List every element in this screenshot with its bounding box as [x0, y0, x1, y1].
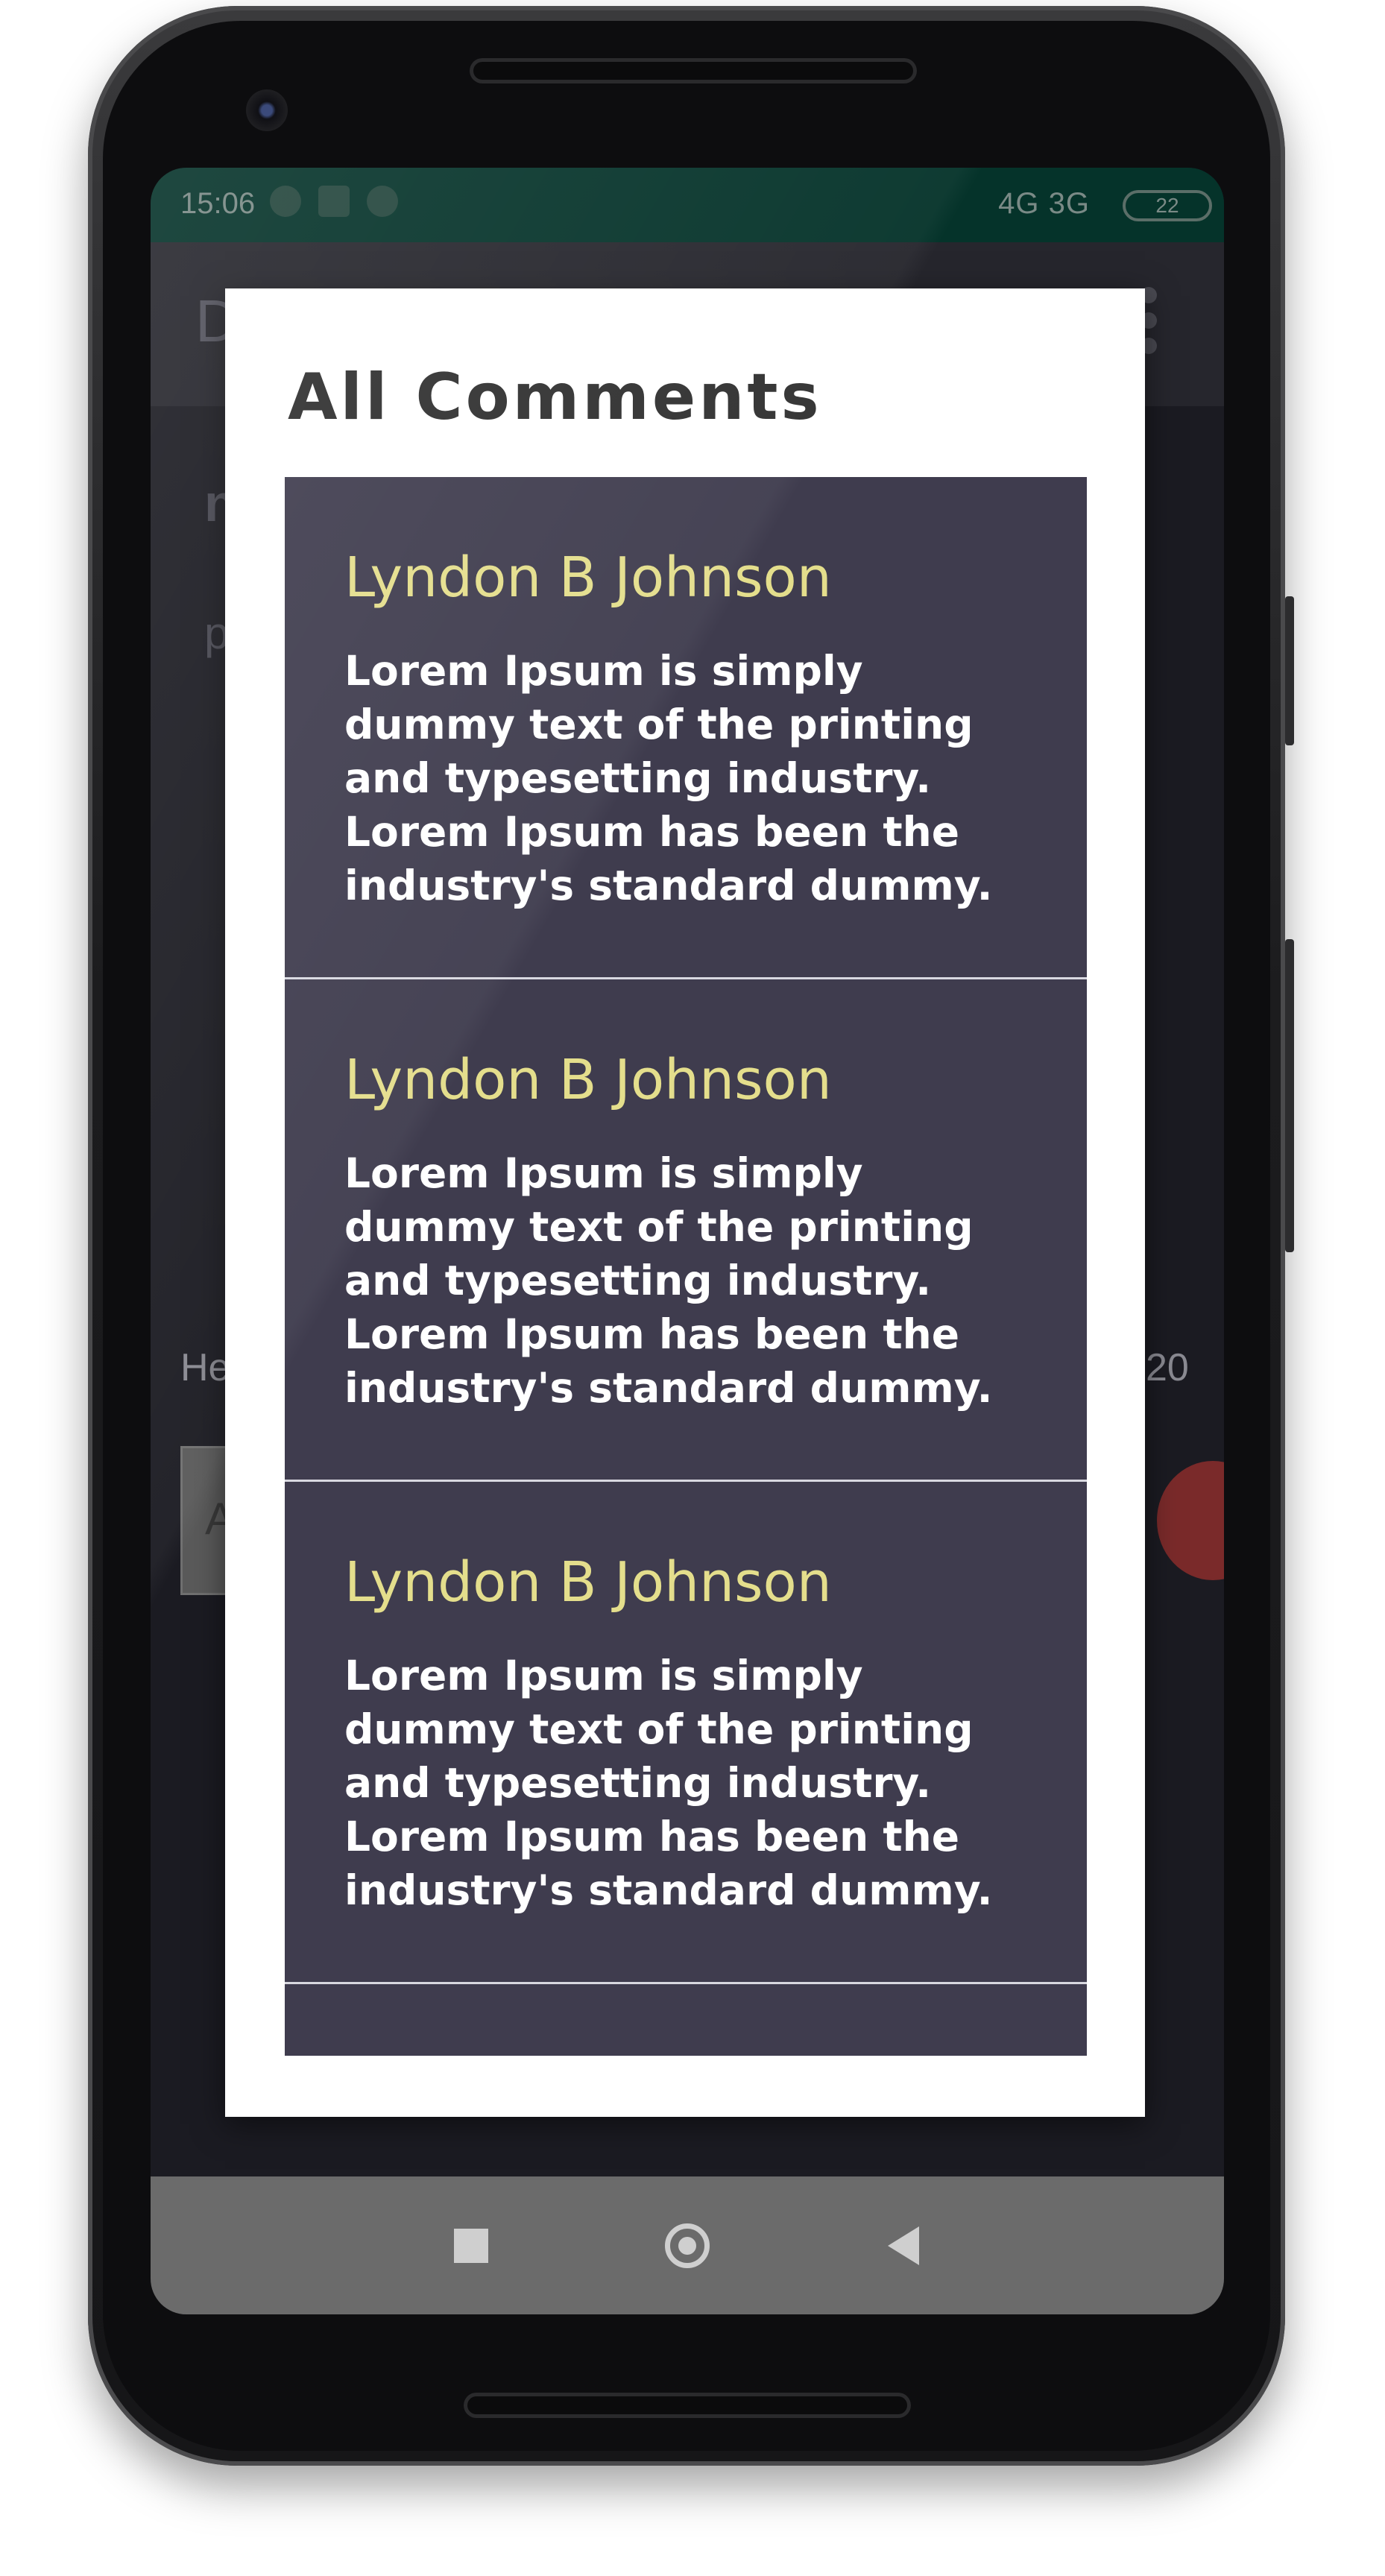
comment-text: Lorem Ipsum is simply dummy text of the …	[344, 647, 993, 909]
back-button[interactable]	[829, 2176, 978, 2314]
comment-author: Lyndon B Johnson	[344, 1048, 832, 1112]
background-count: 20	[1146, 1346, 1189, 1389]
navigation-bar	[151, 2176, 1224, 2314]
comment-item[interactable]: Lyndon B Johnson Lorem Ipsum is simply d…	[285, 979, 1087, 1482]
circle-icon	[665, 2223, 710, 2268]
notification-dot-icon	[270, 186, 301, 217]
notification-dot-icon	[367, 186, 398, 217]
comment-item[interactable]: Lyndon B Johnson Lorem Ipsum is simply d…	[285, 1482, 1087, 1984]
earpiece-speaker	[470, 58, 917, 83]
comment-item[interactable]: Lyndon B Johnson Lorem Ipsum is simply d…	[285, 477, 1087, 979]
recents-button[interactable]	[397, 2176, 546, 2314]
comment-author: Lyndon B Johnson	[344, 546, 832, 610]
front-camera-icon	[246, 89, 288, 131]
volume-rocker	[1285, 939, 1294, 1252]
dialog-title: All Comments	[288, 360, 822, 435]
background-label: He	[180, 1346, 230, 1389]
bottom-speaker	[464, 2393, 911, 2418]
network-indicator: 4G 3G	[998, 187, 1090, 220]
comment-author: Lyndon B Johnson	[344, 1550, 832, 1614]
status-bar: 15:06 4G 3G 22	[151, 168, 1224, 242]
triangle-back-icon	[888, 2226, 919, 2265]
home-button[interactable]	[613, 2176, 762, 2314]
battery-icon: 22	[1123, 190, 1212, 221]
comment-text: Lorem Ipsum is simply dummy text of the …	[344, 1149, 993, 1412]
square-icon	[454, 2228, 488, 2263]
comment-text: Lorem Ipsum is simply dummy text of the …	[344, 1652, 993, 1914]
comments-dialog: All Comments Lyndon B Johnson Lorem Ipsu…	[225, 288, 1145, 2117]
status-time: 15:06	[180, 187, 256, 220]
comment-list[interactable]: Lyndon B Johnson Lorem Ipsum is simply d…	[285, 477, 1087, 2056]
power-button	[1285, 596, 1294, 745]
background-fab	[1157, 1461, 1224, 1580]
upload-icon	[318, 186, 350, 217]
